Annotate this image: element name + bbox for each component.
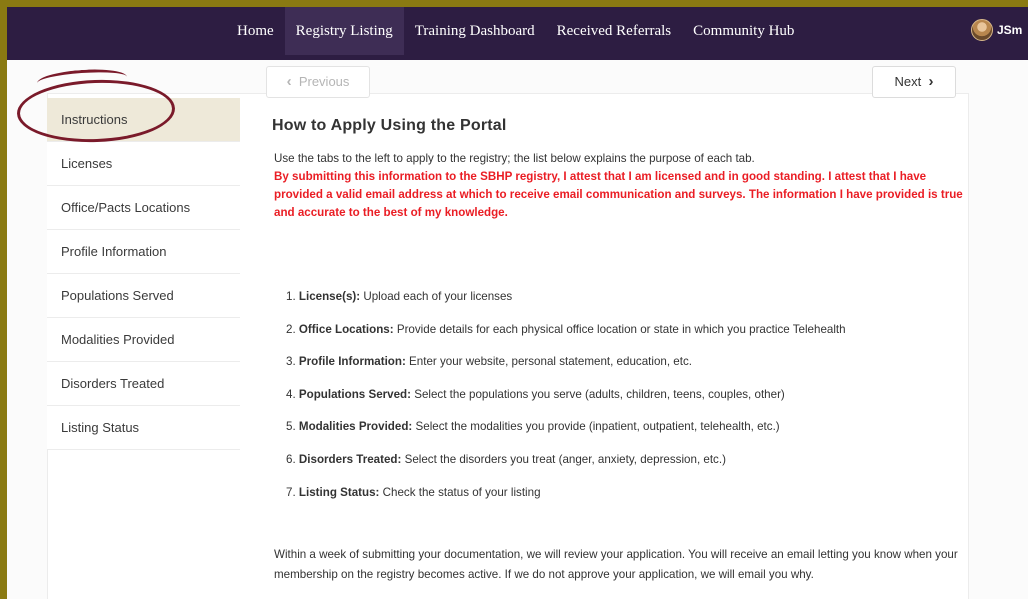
- list-item-number: 7.: [286, 485, 296, 499]
- list-item-title: Profile Information:: [298, 355, 406, 369]
- page-title: How to Apply Using the Portal: [272, 117, 507, 134]
- nav-registry-listing[interactable]: Registry Listing: [284, 7, 404, 55]
- chevron-left-icon: ‹: [286, 73, 292, 90]
- top-navbar: Home Registry Listing Training Dashboard…: [7, 7, 1028, 60]
- chevron-right-icon: ›: [928, 73, 934, 90]
- main-nav: Home Registry Listing Training Dashboard…: [226, 7, 805, 55]
- highlight-swoosh-annotation: [36, 66, 128, 94]
- list-item-number: 4.: [286, 387, 296, 401]
- list-item: 5. Modalities Provided: Select the modal…: [286, 420, 966, 453]
- sidebar-item-populations-served[interactable]: Populations Served: [47, 274, 240, 318]
- list-item: 7. Listing Status: Check the status of y…: [286, 486, 966, 519]
- sidebar-tabs: Instructions Licenses Office/Pacts Locat…: [47, 98, 240, 450]
- sidebar-item-profile-information[interactable]: Profile Information: [47, 230, 240, 274]
- tab-purpose-list: 1. License(s): Upload each of your licen…: [286, 290, 966, 518]
- intro-text: Use the tabs to the left to apply to the…: [274, 152, 755, 165]
- list-item-title: Populations Served:: [298, 387, 411, 401]
- list-item-text: Upload each of your licenses: [360, 290, 513, 303]
- list-item-title: Listing Status:: [298, 485, 380, 499]
- list-item-number: 1.: [286, 290, 296, 303]
- list-item: 4. Populations Served: Select the popula…: [286, 388, 966, 421]
- main-content: ‹ Previous Next › How to Apply Using the…: [266, 60, 966, 581]
- avatar[interactable]: [971, 19, 993, 41]
- outro-text: Within a week of submitting your documen…: [274, 548, 958, 581]
- list-item-text: Select the populations you serve (adults…: [411, 387, 785, 401]
- attestation-text: By submitting this information to the SB…: [274, 170, 963, 219]
- pager: ‹ Previous Next ›: [266, 60, 966, 100]
- sidebar-item-licenses[interactable]: Licenses: [47, 142, 240, 186]
- list-item-title: Modalities Provided:: [298, 420, 413, 434]
- next-label: Next: [894, 74, 922, 89]
- list-item: 6. Disorders Treated: Select the disorde…: [286, 453, 966, 486]
- list-item-title: License(s):: [298, 290, 361, 303]
- user-menu[interactable]: JSm: [971, 19, 1022, 41]
- screenshot-frame: Home Registry Listing Training Dashboard…: [0, 0, 1028, 599]
- list-item-title: Office Locations:: [298, 322, 394, 336]
- sidebar-item-office-locations[interactable]: Office/Pacts Locations: [47, 186, 240, 230]
- nav-training-dashboard[interactable]: Training Dashboard: [404, 7, 546, 55]
- list-item: 1. License(s): Upload each of your licen…: [286, 290, 966, 323]
- list-item-text: Select the disorders you treat (anger, a…: [401, 452, 726, 466]
- list-item-number: 6.: [286, 452, 296, 466]
- list-item-number: 5.: [286, 420, 296, 434]
- sidebar-item-modalities-provided[interactable]: Modalities Provided: [47, 318, 240, 362]
- nav-received-referrals[interactable]: Received Referrals: [546, 7, 683, 55]
- list-item-text: Provide details for each physical office…: [393, 322, 846, 336]
- list-item-title: Disorders Treated:: [298, 452, 402, 466]
- previous-label: Previous: [298, 74, 350, 89]
- next-button[interactable]: Next ›: [872, 66, 956, 98]
- user-name[interactable]: JSm: [997, 23, 1022, 37]
- sidebar-item-disorders-treated[interactable]: Disorders Treated: [47, 362, 240, 406]
- nav-home[interactable]: Home: [226, 7, 285, 55]
- previous-button[interactable]: ‹ Previous: [266, 66, 370, 98]
- list-item-text: Check the status of your listing: [379, 485, 541, 499]
- list-item-text: Select the modalities you provide (inpat…: [412, 420, 780, 434]
- list-item-number: 3.: [286, 355, 296, 369]
- list-item: 3. Profile Information: Enter your websi…: [286, 355, 966, 388]
- list-item: 2. Office Locations: Provide details for…: [286, 323, 966, 356]
- sidebar-item-instructions[interactable]: Instructions: [47, 98, 240, 142]
- list-item-number: 2.: [286, 322, 296, 336]
- nav-community-hub[interactable]: Community Hub: [682, 7, 805, 55]
- list-item-text: Enter your website, personal statement, …: [405, 355, 692, 369]
- sidebar-item-listing-status[interactable]: Listing Status: [47, 406, 240, 450]
